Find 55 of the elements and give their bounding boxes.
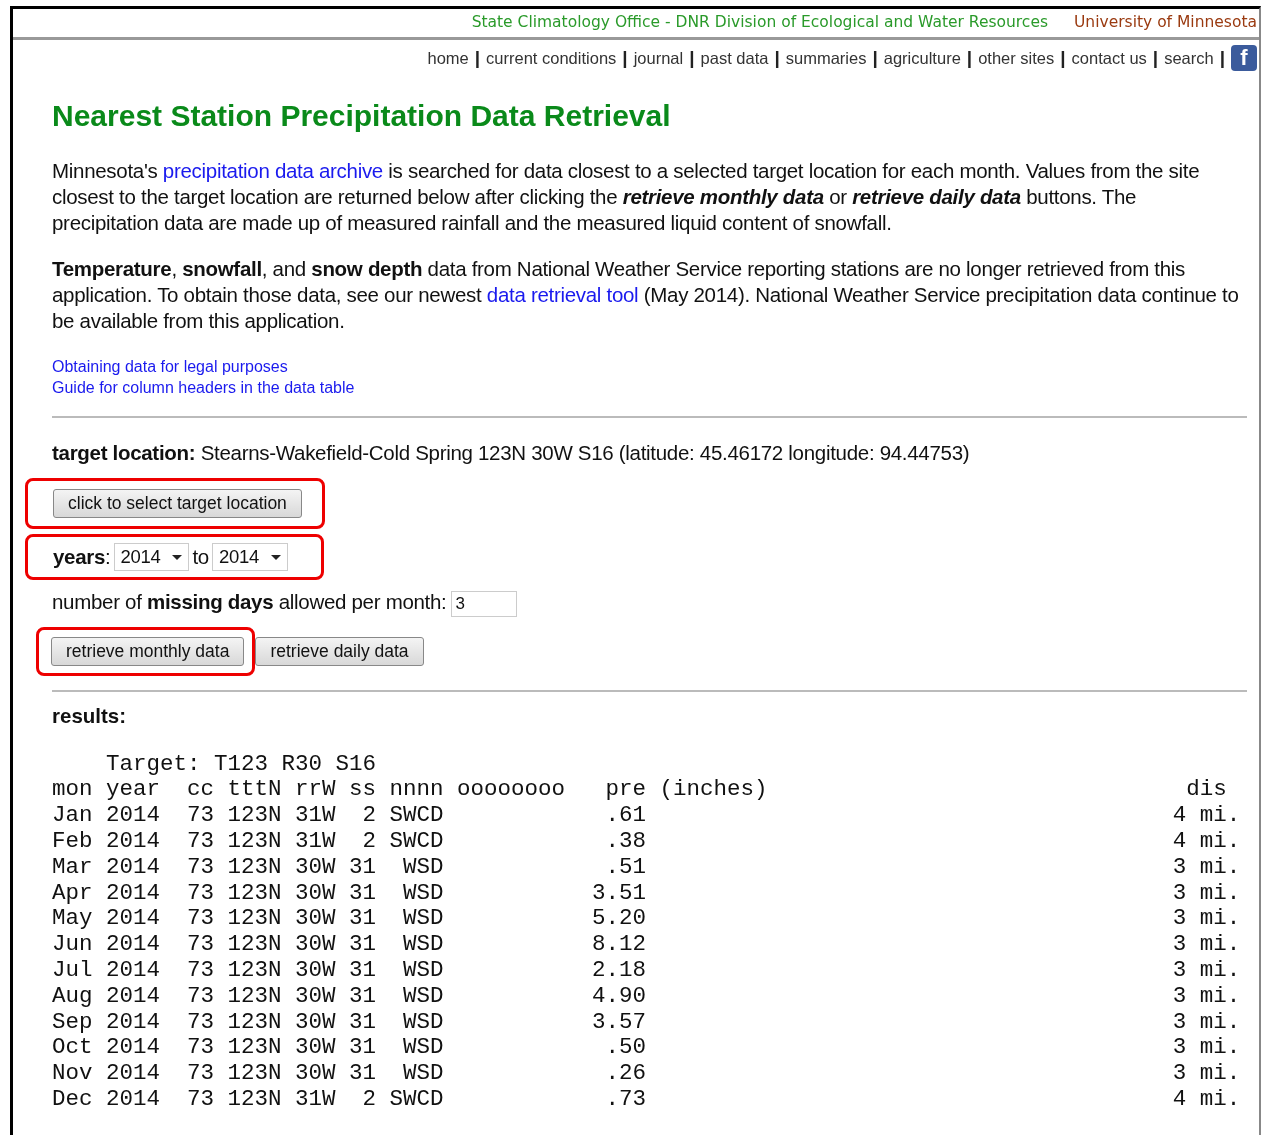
target-line: Target: T123 R30 S16: [105, 751, 377, 778]
caret-icon: [270, 554, 281, 560]
data-row: Jul 2014 73 123N 30W 31 WSD 2.18 3 mi.: [52, 957, 1241, 984]
nav-link[interactable]: search: [1164, 48, 1214, 68]
data-row: Jun 2014 73 123N 30W 31 WSD 8.12 3 mi.: [52, 932, 1241, 958]
text-link[interactable]: Guide for column headers in the data table: [52, 377, 355, 398]
nav-separator: |: [872, 47, 878, 69]
nav-separator: |: [1060, 47, 1066, 69]
nav-separator: |: [966, 47, 973, 69]
data-row: Oct 2014 73 123N 30W 31 WSD .50 3 mi.: [52, 1035, 1241, 1062]
target-location-text: target location: Stearns-Wakefield-Cold Spring 123N 30W S16 (latitude: 45.46172 longitude: 94.44753): [52, 440, 971, 466]
table-header: mon year cc tttN rrW ss nnnn oooooooo pre (inches) dis: [52, 777, 1227, 804]
data-row: Dec 2014 73 123N 31W 2 SWCD .73 4 mi.: [52, 1086, 1241, 1113]
paragraph: Temperature, snowfall, and snow depth data from National Weather Service reporting stations are no longer retrieved from this application. To obtain those data, see our newest data retrieval tool (May 2014). National Weather Service precipitation data continue to be available from this application.: [52, 256, 1240, 334]
facebook-icon[interactable]: f: [1231, 45, 1257, 71]
to-label: to: [192, 545, 209, 569]
nav-separator: |: [474, 47, 481, 69]
paragraph: Minnesota's precipitation data archive is searched for data closest to a selected target location for each month. Values from the site closest to the target location are returned below after clicking the retrieve monthly data or retrieve daily data buttons. The precipitation data are made up of measured rainfall and the measured liquid content of snowfall.: [52, 158, 1201, 236]
nav-separator: |: [689, 47, 695, 69]
data-row: Mar 2014 73 123N 30W 31 WSD .51 3 mi.: [52, 854, 1241, 881]
years-label: years:: [53, 545, 111, 569]
data-row: Feb 2014 73 123N 31W 2 SWCD .38 4 mi.: [52, 828, 1241, 855]
text-link[interactable]: Obtaining data for legal purposes: [52, 356, 288, 377]
data-row: May 2014 73 123N 30W 31 WSD 5.20 3 mi.: [52, 906, 1241, 933]
data-row: Apr 2014 73 123N 30W 31 WSD 3.51 3 mi.: [52, 880, 1241, 907]
year-dropdown[interactable]: 2014: [113, 543, 190, 571]
data-row: Aug 2014 73 123N 30W 31 WSD 4.90 3 mi.: [52, 983, 1241, 1010]
year-dropdown[interactable]: 2014: [211, 543, 288, 571]
nav-link[interactable]: other sites: [978, 48, 1055, 68]
data-row: Nov 2014 73 123N 30W 31 WSD .26 3 mi.: [52, 1061, 1241, 1087]
nav-separator: |: [1152, 47, 1159, 69]
university-title: University of Minnesota: [1074, 13, 1257, 31]
page-title: Nearest Station Precipitation Data Retrieval: [52, 99, 672, 133]
retrieve-button[interactable]: retrieve daily data: [255, 636, 424, 666]
nav-link[interactable]: home: [427, 48, 469, 68]
office-title: State Climatology Office - DNR Division of Ecological and Water Resources: [471, 13, 1048, 31]
nav-link[interactable]: summaries: [785, 48, 867, 68]
text-link[interactable]: precipitation data archive: [162, 159, 383, 182]
nav-separator: |: [1219, 47, 1225, 69]
results-label: results:: [52, 703, 127, 728]
nav-link[interactable]: journal: [633, 48, 684, 68]
caret-icon: [172, 554, 183, 560]
data-row: Sep 2014 73 123N 30W 31 WSD 3.57 3 mi.: [52, 1009, 1241, 1036]
nav-separator: |: [774, 47, 780, 69]
nav-link[interactable]: current conditions: [486, 48, 617, 68]
missing-days-field[interactable]: 3: [450, 590, 517, 617]
nav-link[interactable]: past data: [700, 48, 769, 68]
missing-days-label: number of missing days allowed per month:: [52, 590, 447, 613]
retrieve-button[interactable]: retrieve monthly data: [51, 636, 245, 666]
nav-separator: |: [622, 47, 628, 69]
text-link[interactable]: data retrieval tool: [486, 283, 639, 306]
nav-link[interactable]: contact us: [1071, 48, 1147, 68]
select-location-button[interactable]: click to select target location: [53, 489, 302, 518]
data-row: Jan 2014 73 123N 31W 2 SWCD .61 4 mi.: [52, 803, 1241, 829]
nav-link[interactable]: agriculture: [883, 48, 961, 68]
